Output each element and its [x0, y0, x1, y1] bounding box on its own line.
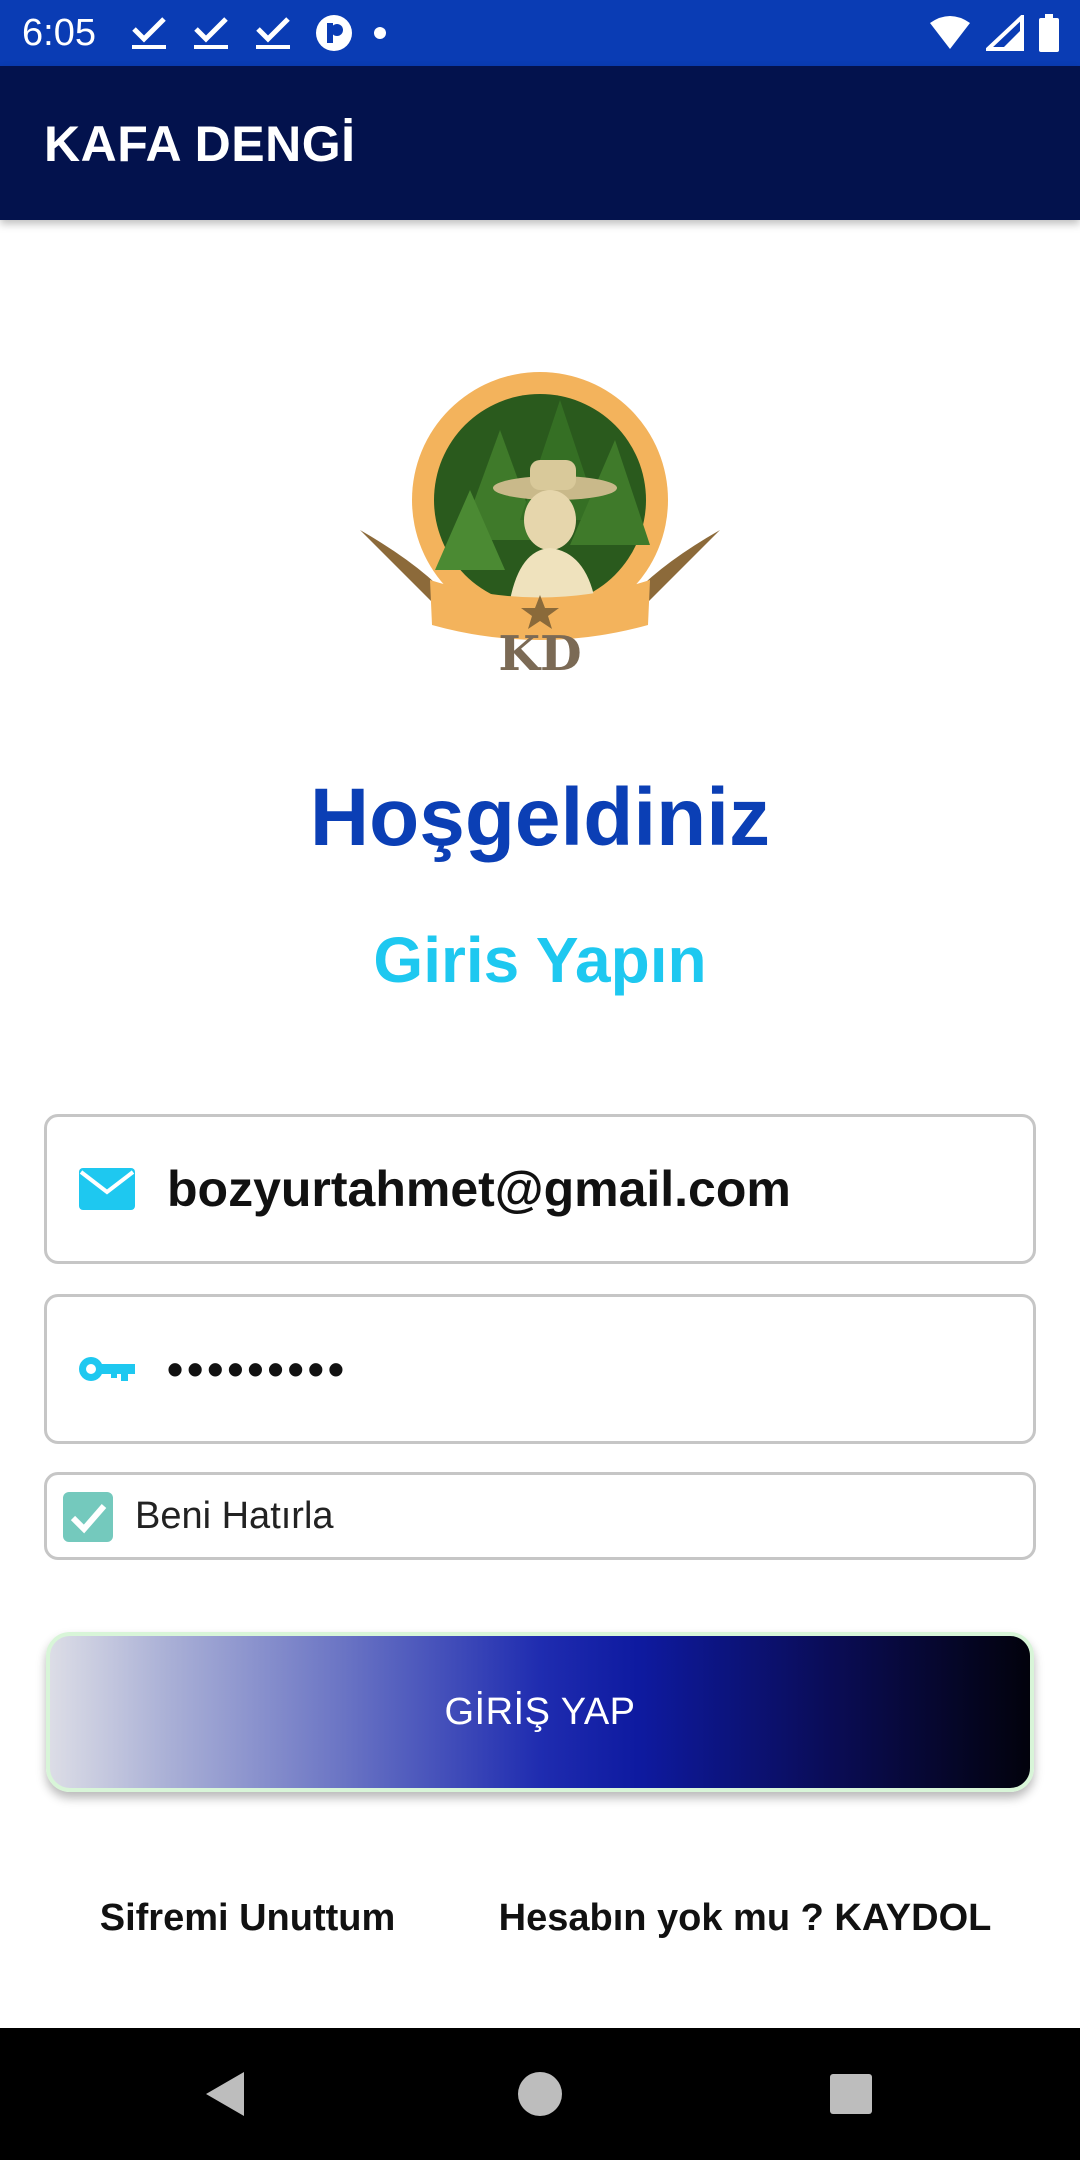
email-icon [77, 1166, 137, 1212]
app-bar: KAFA DENGİ [0, 66, 1080, 220]
navigation-bar [0, 2028, 1080, 2160]
app-title: KAFA DENGİ [44, 116, 356, 172]
home-icon[interactable] [514, 2064, 566, 2124]
login-button[interactable]: GİRİŞ YAP [46, 1632, 1034, 1792]
status-time: 6:05 [22, 12, 96, 54]
signup-link[interactable]: Hesabın yok mu ? KAYDOL [490, 1888, 1000, 1948]
remember-me-row[interactable]: Beni Hatırla [44, 1472, 1036, 1560]
remember-me-checkbox[interactable] [63, 1492, 113, 1542]
remember-me-label: Beni Hatırla [135, 1494, 334, 1537]
login-button-label: GİRİŞ YAP [444, 1690, 636, 1733]
status-bar: 6:05 [0, 0, 1080, 66]
recents-icon[interactable] [826, 2064, 876, 2124]
logo-text: KD [498, 626, 581, 680]
notification-icons [128, 10, 388, 56]
login-subtitle: Giris Yapın [373, 924, 707, 996]
check-icon [252, 13, 296, 53]
email-value[interactable]: bozyurtahmet@gmail.com [167, 1117, 791, 1261]
system-icons [928, 10, 1060, 56]
kafa-dengi-logo: KD [350, 370, 730, 682]
check-icon [190, 13, 234, 53]
password-field[interactable]: ••••••••• [44, 1294, 1036, 1444]
check-icon [128, 13, 172, 53]
battery-icon [1038, 14, 1060, 52]
welcome-title: Hoşgeldiniz [309, 772, 771, 863]
app-icon [314, 13, 354, 53]
signal-icon [986, 15, 1024, 51]
dot-icon [372, 25, 388, 41]
key-icon [77, 1349, 137, 1389]
forgot-password-link[interactable]: Sifremi Unuttum [60, 1888, 435, 1948]
password-value[interactable]: ••••••••• [167, 1297, 348, 1441]
email-field[interactable]: bozyurtahmet@gmail.com [44, 1114, 1036, 1264]
back-icon[interactable] [200, 2064, 250, 2124]
wifi-icon [928, 15, 972, 51]
